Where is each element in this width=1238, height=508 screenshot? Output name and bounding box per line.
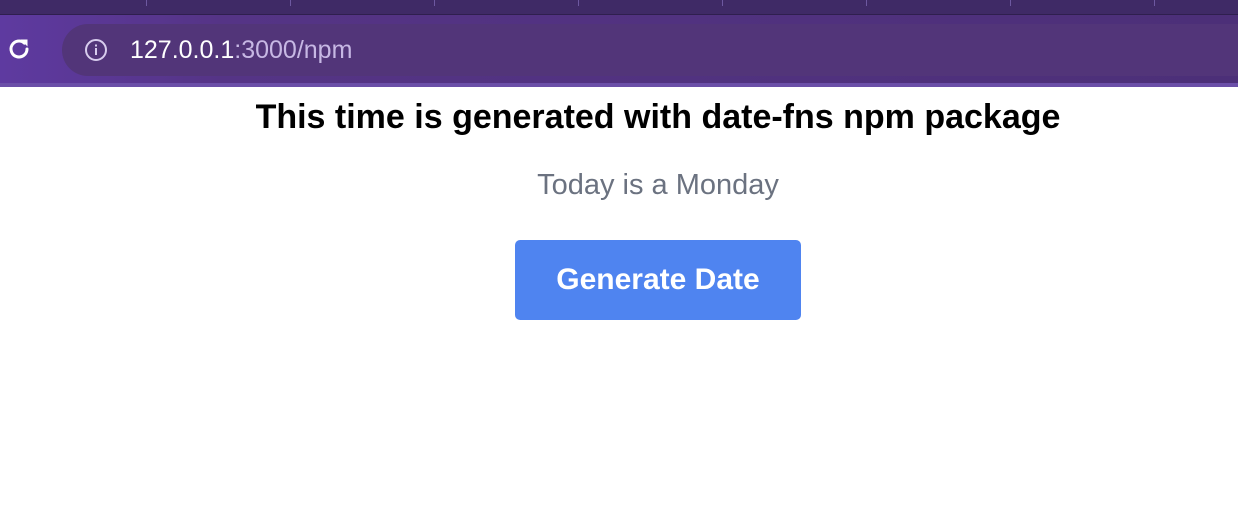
url-text: 127.0.0.1:3000/npm — [130, 36, 352, 64]
reload-button[interactable] — [2, 32, 36, 66]
tab-separator — [146, 0, 147, 6]
tab-separator — [434, 0, 435, 6]
url-path: :3000/npm — [234, 36, 353, 64]
generate-date-button[interactable]: Generate Date — [515, 240, 801, 320]
tab-separator — [866, 0, 867, 6]
url-host: 127.0.0.1 — [130, 36, 235, 64]
day-text: Today is a Monday — [537, 169, 779, 201]
browser-toolbar: 127.0.0.1:3000/npm — [0, 0, 1238, 87]
info-icon[interactable] — [84, 38, 108, 62]
reload-icon — [9, 39, 29, 59]
address-bar[interactable]: 127.0.0.1:3000/npm — [62, 24, 1238, 76]
page-content: This time is generated with date-fns npm… — [0, 87, 1238, 508]
tab-separator — [1010, 0, 1011, 6]
tab-separator — [722, 0, 723, 6]
tab-separator — [290, 0, 291, 6]
page-title: This time is generated with date-fns npm… — [255, 98, 1061, 136]
tab-separator — [578, 0, 579, 6]
tab-strip — [0, 0, 1238, 15]
tab-separator — [1154, 0, 1155, 6]
